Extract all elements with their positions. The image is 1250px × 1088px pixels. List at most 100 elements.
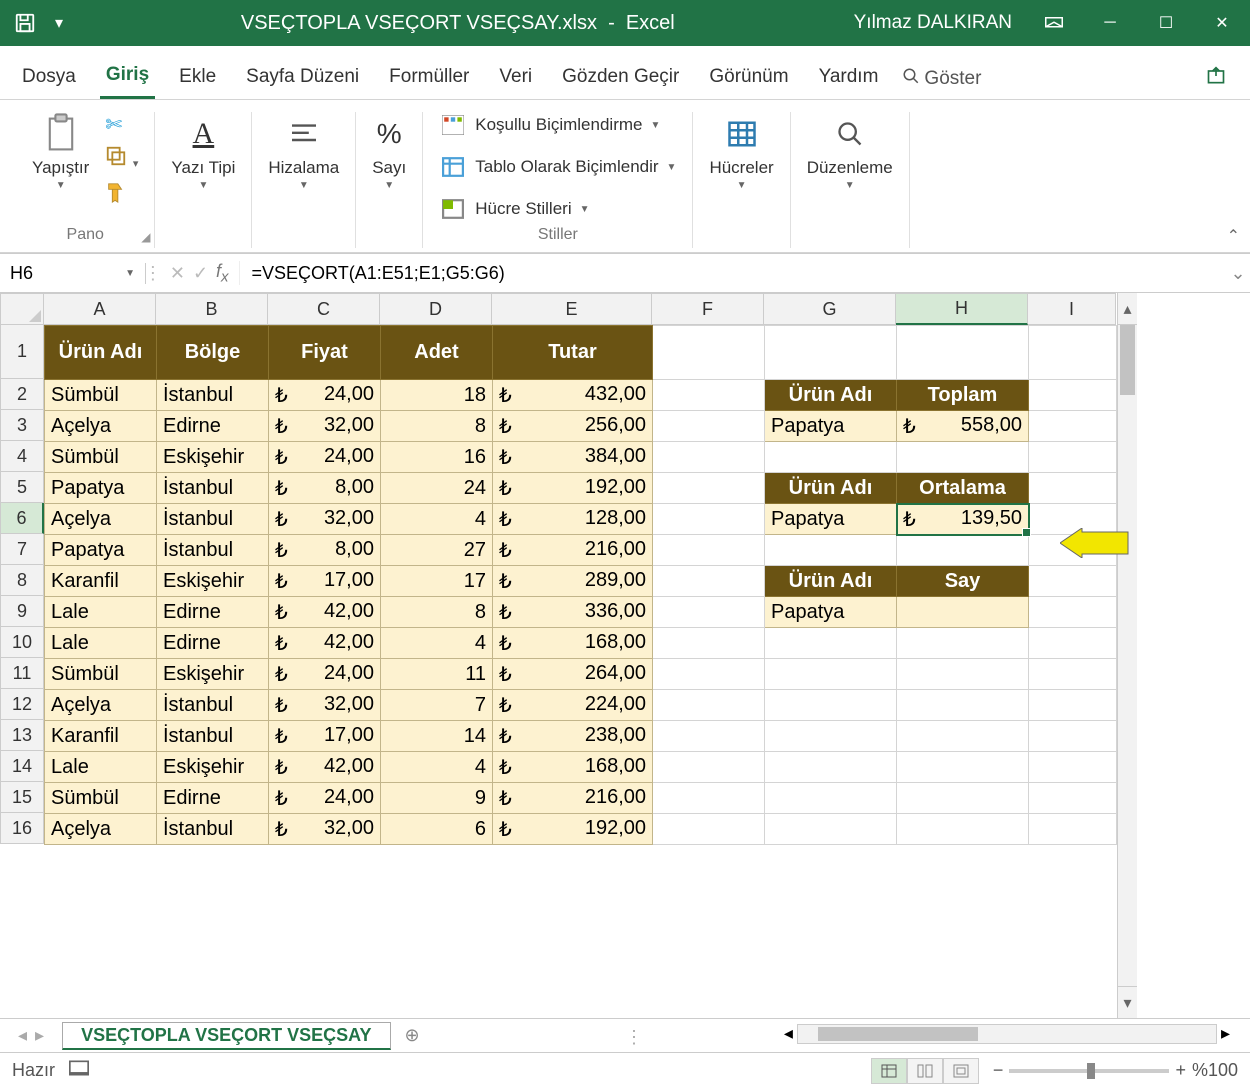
cell-F6[interactable] (653, 504, 765, 535)
row-header-4[interactable]: 4 (0, 441, 44, 472)
col-header-F[interactable]: F (652, 293, 764, 325)
cell-A4[interactable]: Sümbül (45, 442, 157, 473)
cell-A7[interactable]: Papatya (45, 535, 157, 566)
cell-H15[interactable] (897, 783, 1029, 814)
cell-D3[interactable]: 8 (381, 411, 493, 442)
conditional-formatting-button[interactable]: Koşullu Biçimlendirme▼ (439, 112, 660, 138)
cancel-icon[interactable]: ✕ (170, 263, 185, 284)
cell-H7[interactable] (897, 535, 1029, 566)
close-button[interactable]: ✕ (1194, 0, 1250, 46)
cell-B5[interactable]: İstanbul (157, 473, 269, 504)
cell-E12[interactable]: ₺224,00 (493, 690, 653, 721)
alignment-button[interactable]: Hizalama▼ (268, 112, 339, 191)
cell-F3[interactable] (653, 411, 765, 442)
cell-A10[interactable]: Lale (45, 628, 157, 659)
cell-F1[interactable] (653, 326, 765, 380)
name-box[interactable]: H6▼ (0, 263, 146, 284)
cell-E16[interactable]: ₺192,00 (493, 814, 653, 845)
prev-sheet-icon[interactable]: ◂ (18, 1025, 27, 1046)
col-header-C[interactable]: C (268, 293, 380, 325)
row-header-9[interactable]: 9 (0, 596, 44, 627)
col-header-D[interactable]: D (380, 293, 492, 325)
cell-D9[interactable]: 8 (381, 597, 493, 628)
tab-data[interactable]: Veri (493, 60, 538, 98)
cell-H14[interactable] (897, 752, 1029, 783)
cell-E1[interactable]: Tutar (493, 326, 653, 380)
cell-B2[interactable]: İstanbul (157, 380, 269, 411)
cell-B9[interactable]: Edirne (157, 597, 269, 628)
cell-E11[interactable]: ₺264,00 (493, 659, 653, 690)
tab-insert[interactable]: Ekle (173, 60, 222, 98)
row-header-11[interactable]: 11 (0, 658, 44, 689)
worksheet-grid[interactable]: ABCDEFGHI 12345678910111213141516 Ürün A… (0, 293, 1250, 1018)
cell-G4[interactable] (765, 442, 897, 473)
cell-D13[interactable]: 14 (381, 721, 493, 752)
cell-I11[interactable] (1029, 659, 1117, 690)
cell-G10[interactable] (765, 628, 897, 659)
cell-F16[interactable] (653, 814, 765, 845)
cell-A2[interactable]: Sümbül (45, 380, 157, 411)
cell-E14[interactable]: ₺168,00 (493, 752, 653, 783)
cell-D8[interactable]: 17 (381, 566, 493, 597)
cell-B6[interactable]: İstanbul (157, 504, 269, 535)
tab-split-icon[interactable]: ⋮ (625, 1027, 643, 1048)
format-painter-icon[interactable] (105, 181, 138, 211)
cell-C14[interactable]: ₺42,00 (269, 752, 381, 783)
cell-A11[interactable]: Sümbül (45, 659, 157, 690)
zoom-slider[interactable] (1009, 1069, 1169, 1073)
cell-C10[interactable]: ₺42,00 (269, 628, 381, 659)
col-header-G[interactable]: G (764, 293, 896, 325)
cell-I10[interactable] (1029, 628, 1117, 659)
cell-D1[interactable]: Adet (381, 326, 493, 380)
cell-G8[interactable]: Ürün Adı (765, 566, 897, 597)
cell-F7[interactable] (653, 535, 765, 566)
cell-G12[interactable] (765, 690, 897, 721)
macro-record-icon[interactable] (69, 1060, 89, 1081)
row-header-1[interactable]: 1 (0, 325, 44, 379)
cell-C15[interactable]: ₺24,00 (269, 783, 381, 814)
cell-H4[interactable] (897, 442, 1029, 473)
row-header-13[interactable]: 13 (0, 720, 44, 751)
cell-H13[interactable] (897, 721, 1029, 752)
cell-F2[interactable] (653, 380, 765, 411)
cell-E13[interactable]: ₺238,00 (493, 721, 653, 752)
cell-B10[interactable]: Edirne (157, 628, 269, 659)
cell-G13[interactable] (765, 721, 897, 752)
cell-H9[interactable] (897, 597, 1029, 628)
cell-D6[interactable]: 4 (381, 504, 493, 535)
cell-G16[interactable] (765, 814, 897, 845)
cell-B4[interactable]: Eskişehir (157, 442, 269, 473)
tab-review[interactable]: Gözden Geçir (556, 60, 685, 98)
copy-icon[interactable]: ▾ (105, 145, 138, 173)
cell-A12[interactable]: Açelya (45, 690, 157, 721)
cell-D4[interactable]: 16 (381, 442, 493, 473)
paste-button[interactable]: Yapıştır▼ (32, 112, 89, 191)
cell-B3[interactable]: Edirne (157, 411, 269, 442)
row-header-5[interactable]: 5 (0, 472, 44, 503)
cell-G11[interactable] (765, 659, 897, 690)
scroll-up-icon[interactable]: ▴ (1118, 293, 1137, 325)
cell-D15[interactable]: 9 (381, 783, 493, 814)
cell-B15[interactable]: Edirne (157, 783, 269, 814)
cell-F5[interactable] (653, 473, 765, 504)
cell-H6[interactable]: ₺139,50 (897, 504, 1029, 535)
select-all-corner[interactable] (0, 293, 44, 325)
vertical-scrollbar[interactable]: ▴ ▾ (1117, 293, 1137, 1018)
col-header-B[interactable]: B (156, 293, 268, 325)
cell-A14[interactable]: Lale (45, 752, 157, 783)
cell-C12[interactable]: ₺32,00 (269, 690, 381, 721)
cell-D5[interactable]: 24 (381, 473, 493, 504)
cell-I5[interactable] (1029, 473, 1117, 504)
cell-F8[interactable] (653, 566, 765, 597)
cell-I9[interactable] (1029, 597, 1117, 628)
cell-I16[interactable] (1029, 814, 1117, 845)
dialog-launcher-icon[interactable]: ◢ (141, 230, 150, 244)
cell-C13[interactable]: ₺17,00 (269, 721, 381, 752)
cell-I14[interactable] (1029, 752, 1117, 783)
cell-B1[interactable]: Bölge (157, 326, 269, 380)
new-sheet-icon[interactable]: ⊕ (391, 1025, 434, 1046)
row-header-7[interactable]: 7 (0, 534, 44, 565)
cell-E7[interactable]: ₺216,00 (493, 535, 653, 566)
cell-C1[interactable]: Fiyat (269, 326, 381, 380)
tab-file[interactable]: Dosya (16, 60, 82, 98)
